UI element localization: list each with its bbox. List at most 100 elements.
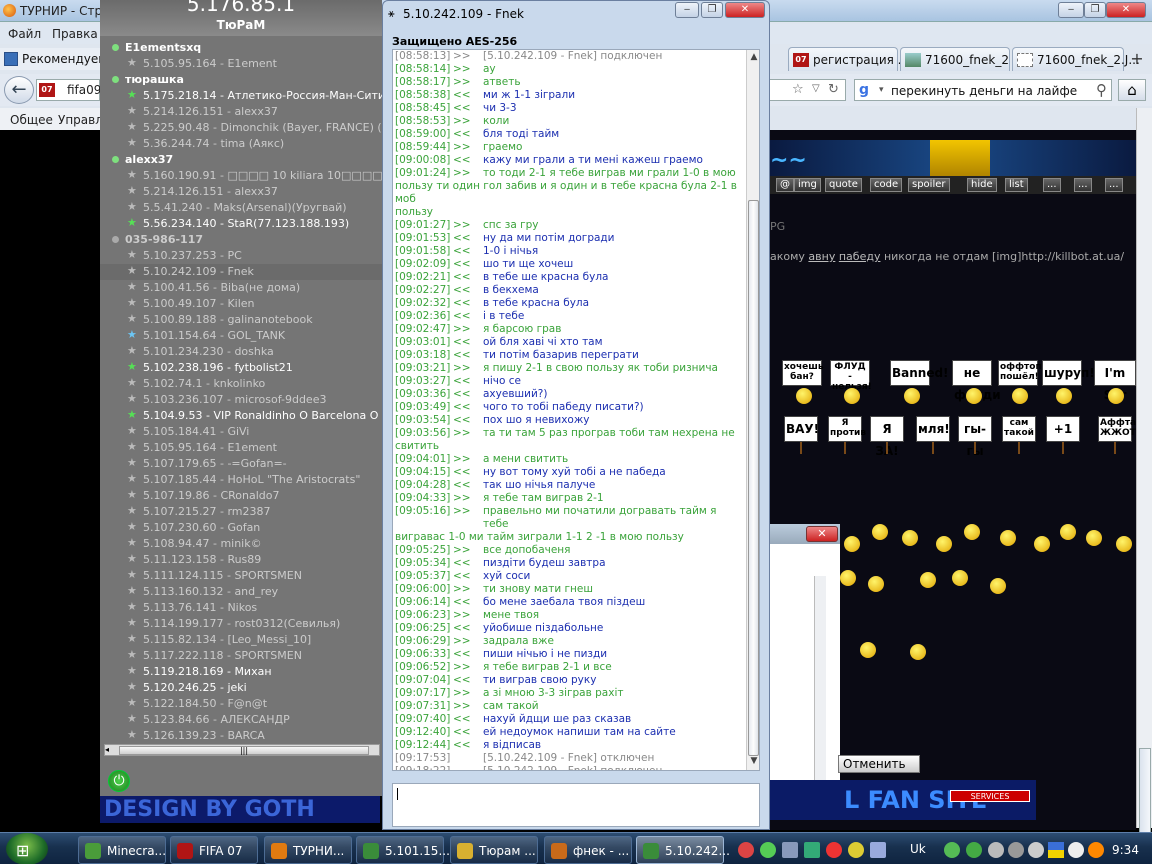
browser-scrollbar[interactable] <box>1136 108 1152 864</box>
contact-item[interactable]: ★ 5.102.238.196 - fytbolist21 <box>100 360 382 376</box>
smiley-icon[interactable] <box>1116 536 1132 552</box>
taskbar-button[interactable]: 5.10.242... <box>636 836 730 864</box>
contact-item[interactable]: ★ 5.214.126.151 - alexx37 <box>100 104 382 120</box>
contact-item[interactable]: ★ 5.102.74.1 - knkolinko <box>100 376 382 392</box>
minimize-button[interactable]: ‒ <box>1058 2 1084 18</box>
smiley-sign[interactable]: мля! <box>916 416 950 442</box>
smiley-sign[interactable]: ВАУ! <box>784 416 819 442</box>
contact-item[interactable]: ★ 5.10.242.109 - Fnek <box>100 264 382 280</box>
smiley-sign[interactable]: сам такой <box>1002 416 1036 442</box>
smiley-sign[interactable]: гы-гы <box>958 416 992 458</box>
taskbar-button[interactable]: ТУРНИ... <box>264 836 352 864</box>
taskbar-button[interactable]: 5.101.15... <box>356 836 450 864</box>
power-icon[interactable]: ⏻ <box>108 770 130 792</box>
bbcode-button[interactable]: quote <box>825 178 862 192</box>
contact-item[interactable]: ★ 5.108.94.47 - minik© <box>100 536 382 552</box>
contact-item[interactable]: ★ 5.107.19.86 - CRonaldo7 <box>100 488 382 504</box>
taskbar-button[interactable]: фнек - ... <box>544 836 632 864</box>
smiley-icon[interactable] <box>902 530 918 546</box>
smiley-sign[interactable]: I'm Sor <box>1094 360 1136 402</box>
contact-item[interactable]: ★ 5.107.179.65 - -=Gofan=- <box>100 456 382 472</box>
contact-item[interactable]: ★ 5.114.199.177 - rost0312(Севилья) <box>100 616 382 632</box>
smiley-icon[interactable] <box>936 536 952 552</box>
search-engine-dropdown-icon[interactable]: ▾ <box>879 85 884 95</box>
new-tab-button[interactable]: + <box>1126 49 1148 69</box>
contact-item[interactable]: ★ 5.160.190.91 - □□□□ 10 kiliara 10□□□□ ( <box>100 168 382 184</box>
contact-item[interactable]: ★ 5.113.160.132 - and_rey <box>100 584 382 600</box>
menu-edit[interactable]: Правка <box>52 27 98 41</box>
contact-item[interactable]: ★ 5.103.236.107 - microsof-9ddee3 <box>100 392 382 408</box>
contact-item[interactable]: ★ 5.5.41.240 - Maks(Arsenal)(Уругвай) <box>100 200 382 216</box>
smiley-icon[interactable] <box>1034 536 1050 552</box>
tray-app-icon[interactable] <box>870 842 886 858</box>
contact-item[interactable]: ★ 5.10.237.253 - PC <box>100 248 382 264</box>
smiley-sign[interactable]: шуруп! <box>1042 360 1095 386</box>
bookmark-item[interactable]: Рекомендуем <box>0 48 107 70</box>
contact-item[interactable]: ★ 5.119.218.169 - Михан <box>100 664 382 680</box>
smiley-icon[interactable] <box>844 536 860 552</box>
contact-item[interactable]: ★ 5.126.139.23 - BARCA <box>100 728 382 742</box>
close-button[interactable]: ✕ <box>1106 2 1146 18</box>
bbcode-button[interactable]: ... <box>1105 178 1123 192</box>
smiley-icon[interactable] <box>910 644 926 660</box>
reload-icon[interactable]: ↻ <box>828 82 839 97</box>
back-button[interactable]: ← <box>4 76 34 104</box>
contact-item[interactable]: ★ 5.107.230.60 - Gofan <box>100 520 382 536</box>
smiley-sign[interactable]: Я против <box>828 416 866 442</box>
scrollbar-thumb[interactable] <box>748 200 759 756</box>
opera-icon[interactable] <box>826 842 842 858</box>
contact-item[interactable]: ★ 5.105.95.164 - E1ement <box>100 440 382 456</box>
smiley-icon[interactable] <box>868 576 884 592</box>
search-box[interactable]: g ▾ перекинуть деньги на лайфе ⚲ <box>854 79 1112 101</box>
scrollbar-thumb[interactable]: ||| <box>119 746 369 755</box>
scroll-down-icon[interactable]: ▼ <box>747 756 759 768</box>
bbcode-button[interactable]: hide <box>967 178 997 192</box>
smiley-icon[interactable] <box>1086 530 1102 546</box>
contact-item[interactable]: ★ 5.214.126.151 - alexx37 <box>100 184 382 200</box>
start-button[interactable]: ⊞ <box>6 833 48 864</box>
contact-item[interactable]: ★ 5.100.89.188 - galinanotebook <box>100 312 382 328</box>
cancel-button[interactable]: Отменить <box>838 755 920 773</box>
network-icon[interactable] <box>1028 842 1044 858</box>
contact-group[interactable]: 035-986-117 <box>100 232 382 248</box>
smiley-icon[interactable] <box>964 524 980 540</box>
bbcode-button[interactable]: @ <box>776 178 794 192</box>
taskbar-button[interactable]: FIFA 07 <box>170 836 258 864</box>
tray-app-icon[interactable] <box>804 842 820 858</box>
contact-item[interactable]: ★ 5.107.185.44 - HoHoL "The Aristocrats" <box>100 472 382 488</box>
contact-item[interactable]: ★ 5.120.246.25 - jeki <box>100 680 382 696</box>
dropdown-icon[interactable]: ▽ <box>812 83 820 94</box>
chat-minimize-button[interactable]: ‒ <box>675 2 699 18</box>
contact-item[interactable]: ★ 5.122.184.50 - F@n@t <box>100 696 382 712</box>
search-icon[interactable]: ⚲ <box>1096 81 1107 99</box>
bbcode-button[interactable]: spoiler <box>908 178 950 192</box>
star-icon[interactable]: ☆ <box>792 82 804 97</box>
contact-item[interactable]: ★ 5.111.124.115 - SPORTSMEN <box>100 568 382 584</box>
tray-app-icon[interactable] <box>760 842 776 858</box>
contact-item[interactable]: ★ 5.36.244.74 - tima (Аякс) <box>100 136 382 152</box>
taskbar-button[interactable]: Minecra... <box>78 836 166 864</box>
contact-item[interactable]: ★ 5.115.82.134 - [Leo_Messi_10] <box>100 632 382 648</box>
contact-item[interactable]: ★ 5.100.49.107 - Kilen <box>100 296 382 312</box>
maximize-button[interactable]: ❐ <box>1084 2 1106 18</box>
contact-item[interactable]: ★ 5.101.154.64 - GOL_TANK <box>100 328 382 344</box>
smiley-sign[interactable]: не флуди <box>952 360 1001 402</box>
tab-registration[interactable]: 07 регистрация ... <box>788 47 909 71</box>
clock[interactable]: 9:34 <box>1112 843 1139 857</box>
taskbar-button[interactable]: Тюрам ... <box>450 836 538 864</box>
smiley-icon[interactable] <box>872 524 888 540</box>
bbcode-button[interactable]: ... <box>1043 178 1061 192</box>
tab-image-1[interactable]: 71600_fnek_2 ... <box>900 47 1024 71</box>
smiley-sign[interactable]: Я ЗА! <box>870 416 904 458</box>
smiley-sign[interactable]: Аффтар ЖЖОТ! <box>1098 416 1136 442</box>
horizontal-scrollbar[interactable]: ◂ ||| <box>104 744 380 756</box>
search-input[interactable]: перекинуть деньги на лайфе <box>891 84 1077 98</box>
tray-app-icon[interactable] <box>782 842 798 858</box>
tray-app-icon[interactable] <box>988 842 1004 858</box>
tray-app-icon[interactable] <box>1008 842 1024 858</box>
smiley-sign[interactable]: ФЛУД - нельзя! <box>830 360 872 392</box>
contact-item[interactable]: ★ 5.225.90.48 - Dimonchik (Bayer, FRANCE)… <box>100 120 382 136</box>
smiley-icon[interactable] <box>990 578 1006 594</box>
smiley-icon[interactable] <box>840 570 856 586</box>
menu-file[interactable]: Файл <box>8 27 41 41</box>
